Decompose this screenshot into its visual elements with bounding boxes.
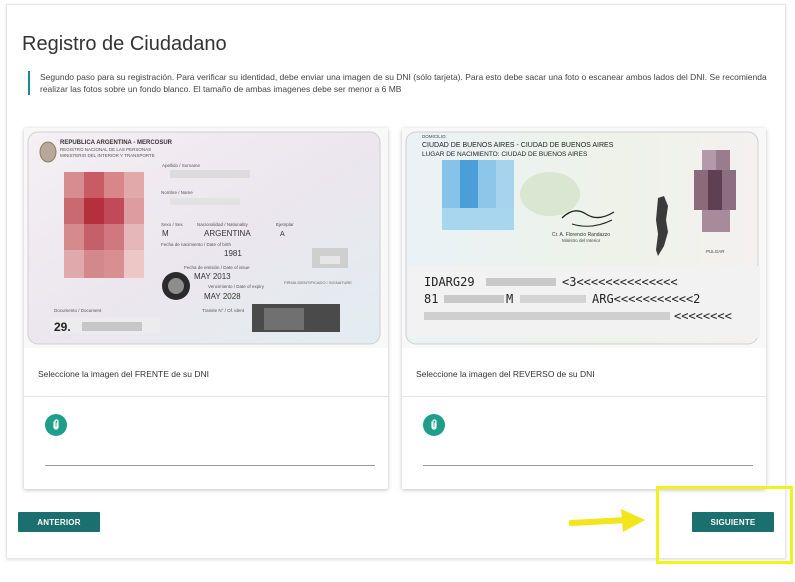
front-nombre-label: Nombre / Name — [161, 190, 193, 195]
front-header2: REGISTRO NACIONAL DE LAS PERSONAS — [60, 147, 151, 152]
page-title: Registro de Ciudadano — [22, 33, 227, 55]
front-fvto-label: Vencimiento / Date of expiry — [208, 284, 265, 289]
next-button[interactable]: SIGUIENTE — [692, 512, 774, 532]
back-cargo: Ministro del Interior — [562, 238, 601, 243]
back-mrz2c: ARG<<<<<<<<<<<2 — [592, 292, 700, 306]
front-nac: ARGENTINA — [204, 229, 251, 238]
front-dni-card: REPUBLICA ARGENTINA - MERCOSUR REGISTRO … — [24, 128, 388, 489]
front-fvto: MAY 2028 — [204, 292, 241, 301]
front-header3: MINISTERIO DEL INTERIOR Y TRANSPORTE — [60, 153, 155, 158]
front-femision-label: Fecha de emisión / Date of issue — [184, 265, 250, 270]
front-femision: MAY 2013 — [194, 272, 231, 281]
front-sexo: M — [162, 229, 169, 238]
front-firma: FIRMA IDENTIFICADO / SIGNATURE — [284, 280, 352, 285]
back-mrz3: <<<<<<<< — [674, 309, 732, 323]
front-header1: REPUBLICA ARGENTINA - MERCOSUR — [60, 140, 173, 146]
back-mrz1b: <3<<<<<<<<<<<<<< — [562, 275, 678, 289]
front-ejemplar-label: Ejemplar — [276, 222, 294, 227]
front-doc-label: Documento / Document — [54, 308, 102, 313]
back-mrz1a: IDARG29 — [424, 275, 475, 289]
divider — [24, 396, 388, 397]
back-pulgar: PULGAR — [706, 249, 725, 254]
front-fnac-label: Fecha de nacimiento / Date of birth — [161, 242, 232, 247]
previous-button[interactable]: ANTERIOR — [18, 512, 100, 532]
back-line2: LUGAR DE NACIMIENTO: CIUDAD DE BUENOS AI… — [422, 151, 588, 158]
front-sexo-label: Sexo / Sex — [161, 222, 184, 227]
back-line1: CIUDAD DE BUENOS AIRES - CIUDAD DE BUENO… — [422, 142, 614, 149]
back-dni-card: DOMICILIO: CIUDAD DE BUENOS AIRES - CIUD… — [402, 128, 766, 489]
front-apellido-label: Apellido / Surname — [162, 163, 201, 168]
back-domicilio: DOMICILIO: — [422, 134, 447, 139]
front-ejemplar: A — [280, 231, 285, 238]
front-fnac: 1981 — [224, 249, 242, 258]
back-mrz2b: M — [506, 292, 513, 306]
front-photo-pixelated — [64, 172, 144, 278]
back-mrz2a: 81 — [424, 292, 438, 306]
divider — [402, 396, 766, 397]
back-dni-image: DOMICILIO: CIUDAD DE BUENOS AIRES - CIUD… — [402, 128, 766, 348]
front-doc: 29. — [54, 320, 71, 334]
arrow-right-icon — [569, 509, 645, 532]
front-tramite: Tramite N° / Of. ident — [202, 308, 245, 313]
front-dni-image: REPUBLICA ARGENTINA - MERCOSUR REGISTRO … — [24, 128, 388, 348]
back-upload-label: Seleccione la imagen del REVERSO de su D… — [416, 369, 595, 379]
front-nac-label: Nacionalidad / Nationality — [197, 222, 249, 227]
front-file-input[interactable] — [45, 465, 375, 466]
paperclip-icon[interactable] — [45, 414, 67, 436]
intro-text: Segundo paso para su registración. Para … — [28, 71, 773, 95]
back-file-input[interactable] — [423, 465, 753, 466]
paperclip-icon[interactable] — [423, 414, 445, 436]
front-upload-label: Seleccione la imagen del FRENTE de su DN… — [38, 369, 210, 379]
